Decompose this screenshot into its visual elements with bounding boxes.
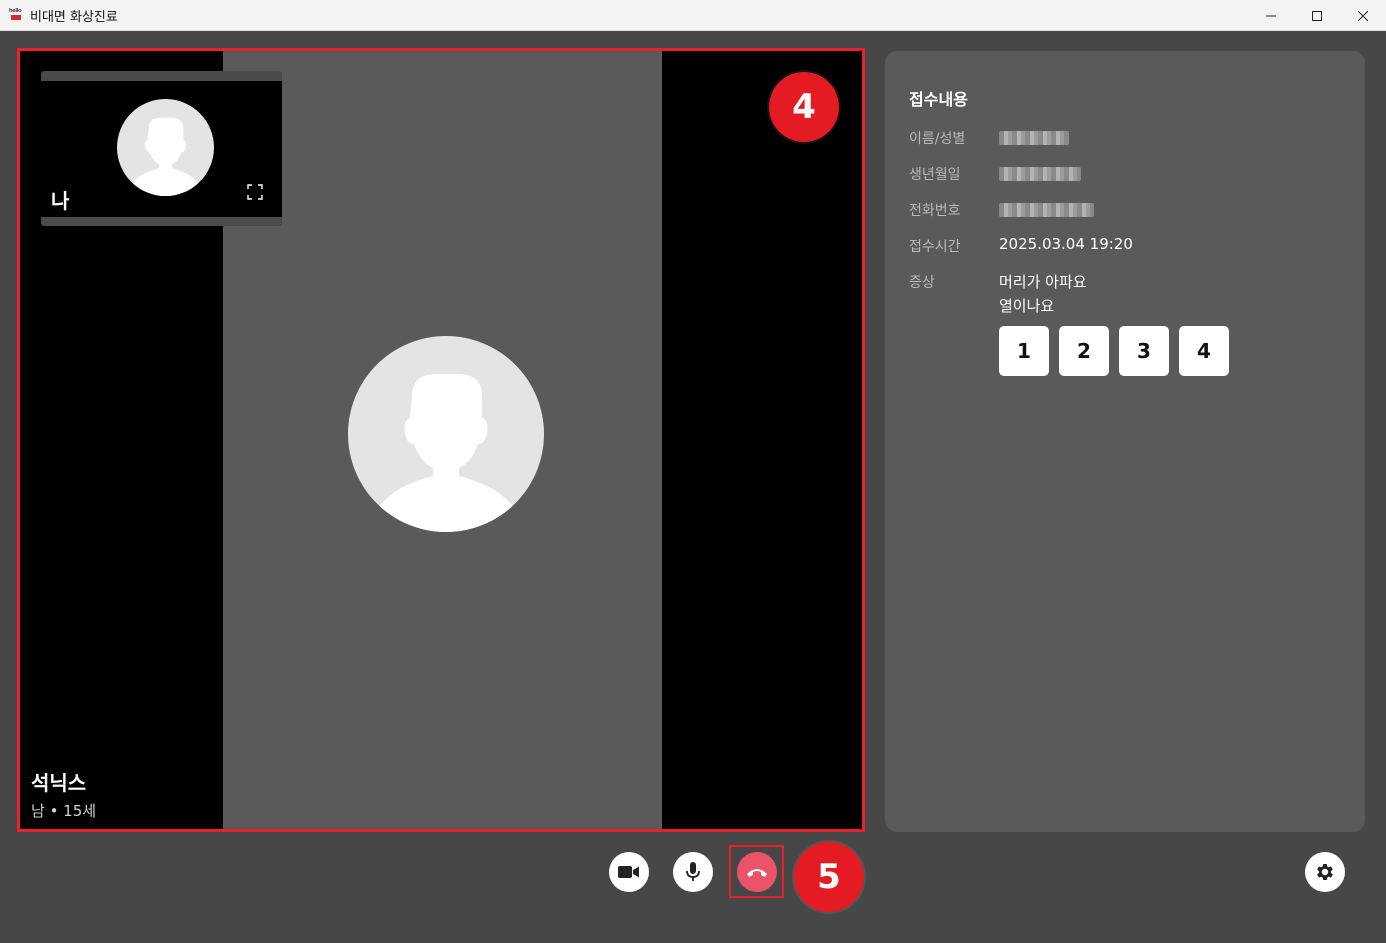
video-camera-icon — [618, 866, 639, 878]
hangup-button[interactable] — [737, 852, 777, 892]
video-call-area: 4 나 석닉스 남 • 15세 — [17, 48, 865, 832]
minimize-icon — [1266, 15, 1276, 16]
annotation-badge-5: 5 — [794, 842, 864, 912]
app-logo-mark — [11, 15, 21, 20]
app-window: hello 비대면 화상진료 4 나 석닉스 남 • 15세 접수내용 이름/성… — [0, 0, 1386, 943]
image-button-3[interactable]: 3 — [1119, 326, 1169, 376]
field-value-birth-redacted — [999, 167, 1081, 181]
remote-avatar — [348, 336, 544, 532]
remote-meta: 남 • 15세 — [31, 802, 97, 820]
close-icon — [1358, 10, 1368, 21]
maximize-button[interactable] — [1294, 0, 1340, 31]
symptom-line-2: 열이나요 — [999, 297, 1055, 315]
panel-title: 접수내용 — [909, 90, 968, 109]
maximize-icon — [1312, 10, 1322, 21]
field-value-phone-redacted — [999, 203, 1094, 217]
camera-toggle-button[interactable] — [609, 852, 649, 892]
expand-icon[interactable] — [247, 184, 263, 200]
field-label-birth: 생년월일 — [909, 167, 961, 183]
field-value-name-redacted — [999, 131, 1069, 145]
microphone-icon — [686, 862, 700, 881]
image-button-1[interactable]: 1 — [999, 326, 1049, 376]
self-avatar — [117, 99, 214, 196]
settings-button[interactable] — [1305, 852, 1345, 892]
fullscreen-icon — [247, 184, 263, 200]
gear-icon — [1317, 864, 1333, 880]
field-value-time: 2025.03.04 19:20 — [999, 235, 1133, 253]
field-label-phone: 전화번호 — [909, 203, 961, 219]
person-icon — [128, 117, 203, 196]
remote-name: 석닉스 — [31, 771, 87, 795]
window-title: 비대면 화상진료 — [30, 10, 118, 25]
title-bar: hello 비대면 화상진료 — [0, 0, 1386, 31]
self-preview: 나 — [41, 71, 282, 226]
minimize-button[interactable] — [1248, 0, 1294, 31]
image-button-2[interactable]: 2 — [1059, 326, 1109, 376]
remote-video — [223, 51, 662, 829]
phone-hangup-icon — [747, 869, 767, 877]
app-logo-text: hello — [9, 8, 22, 14]
microphone-toggle-button[interactable] — [673, 852, 713, 892]
person-icon — [372, 374, 520, 532]
field-label-name: 이름/성별 — [909, 131, 966, 147]
reception-info-panel: 접수내용 이름/성별 생년월일 전화번호 접수시간 2025.03.04 19:… — [885, 51, 1365, 832]
app-logo: hello — [9, 9, 23, 21]
close-button[interactable] — [1340, 0, 1386, 31]
symptom-line-1: 머리가 아파요 — [999, 273, 1087, 291]
self-label: 나 — [51, 189, 70, 213]
image-button-4[interactable]: 4 — [1179, 326, 1229, 376]
field-label-time: 접수시간 — [909, 239, 961, 255]
field-label-symptom: 증상 — [909, 275, 935, 291]
annotation-badge-4: 4 — [769, 72, 839, 142]
